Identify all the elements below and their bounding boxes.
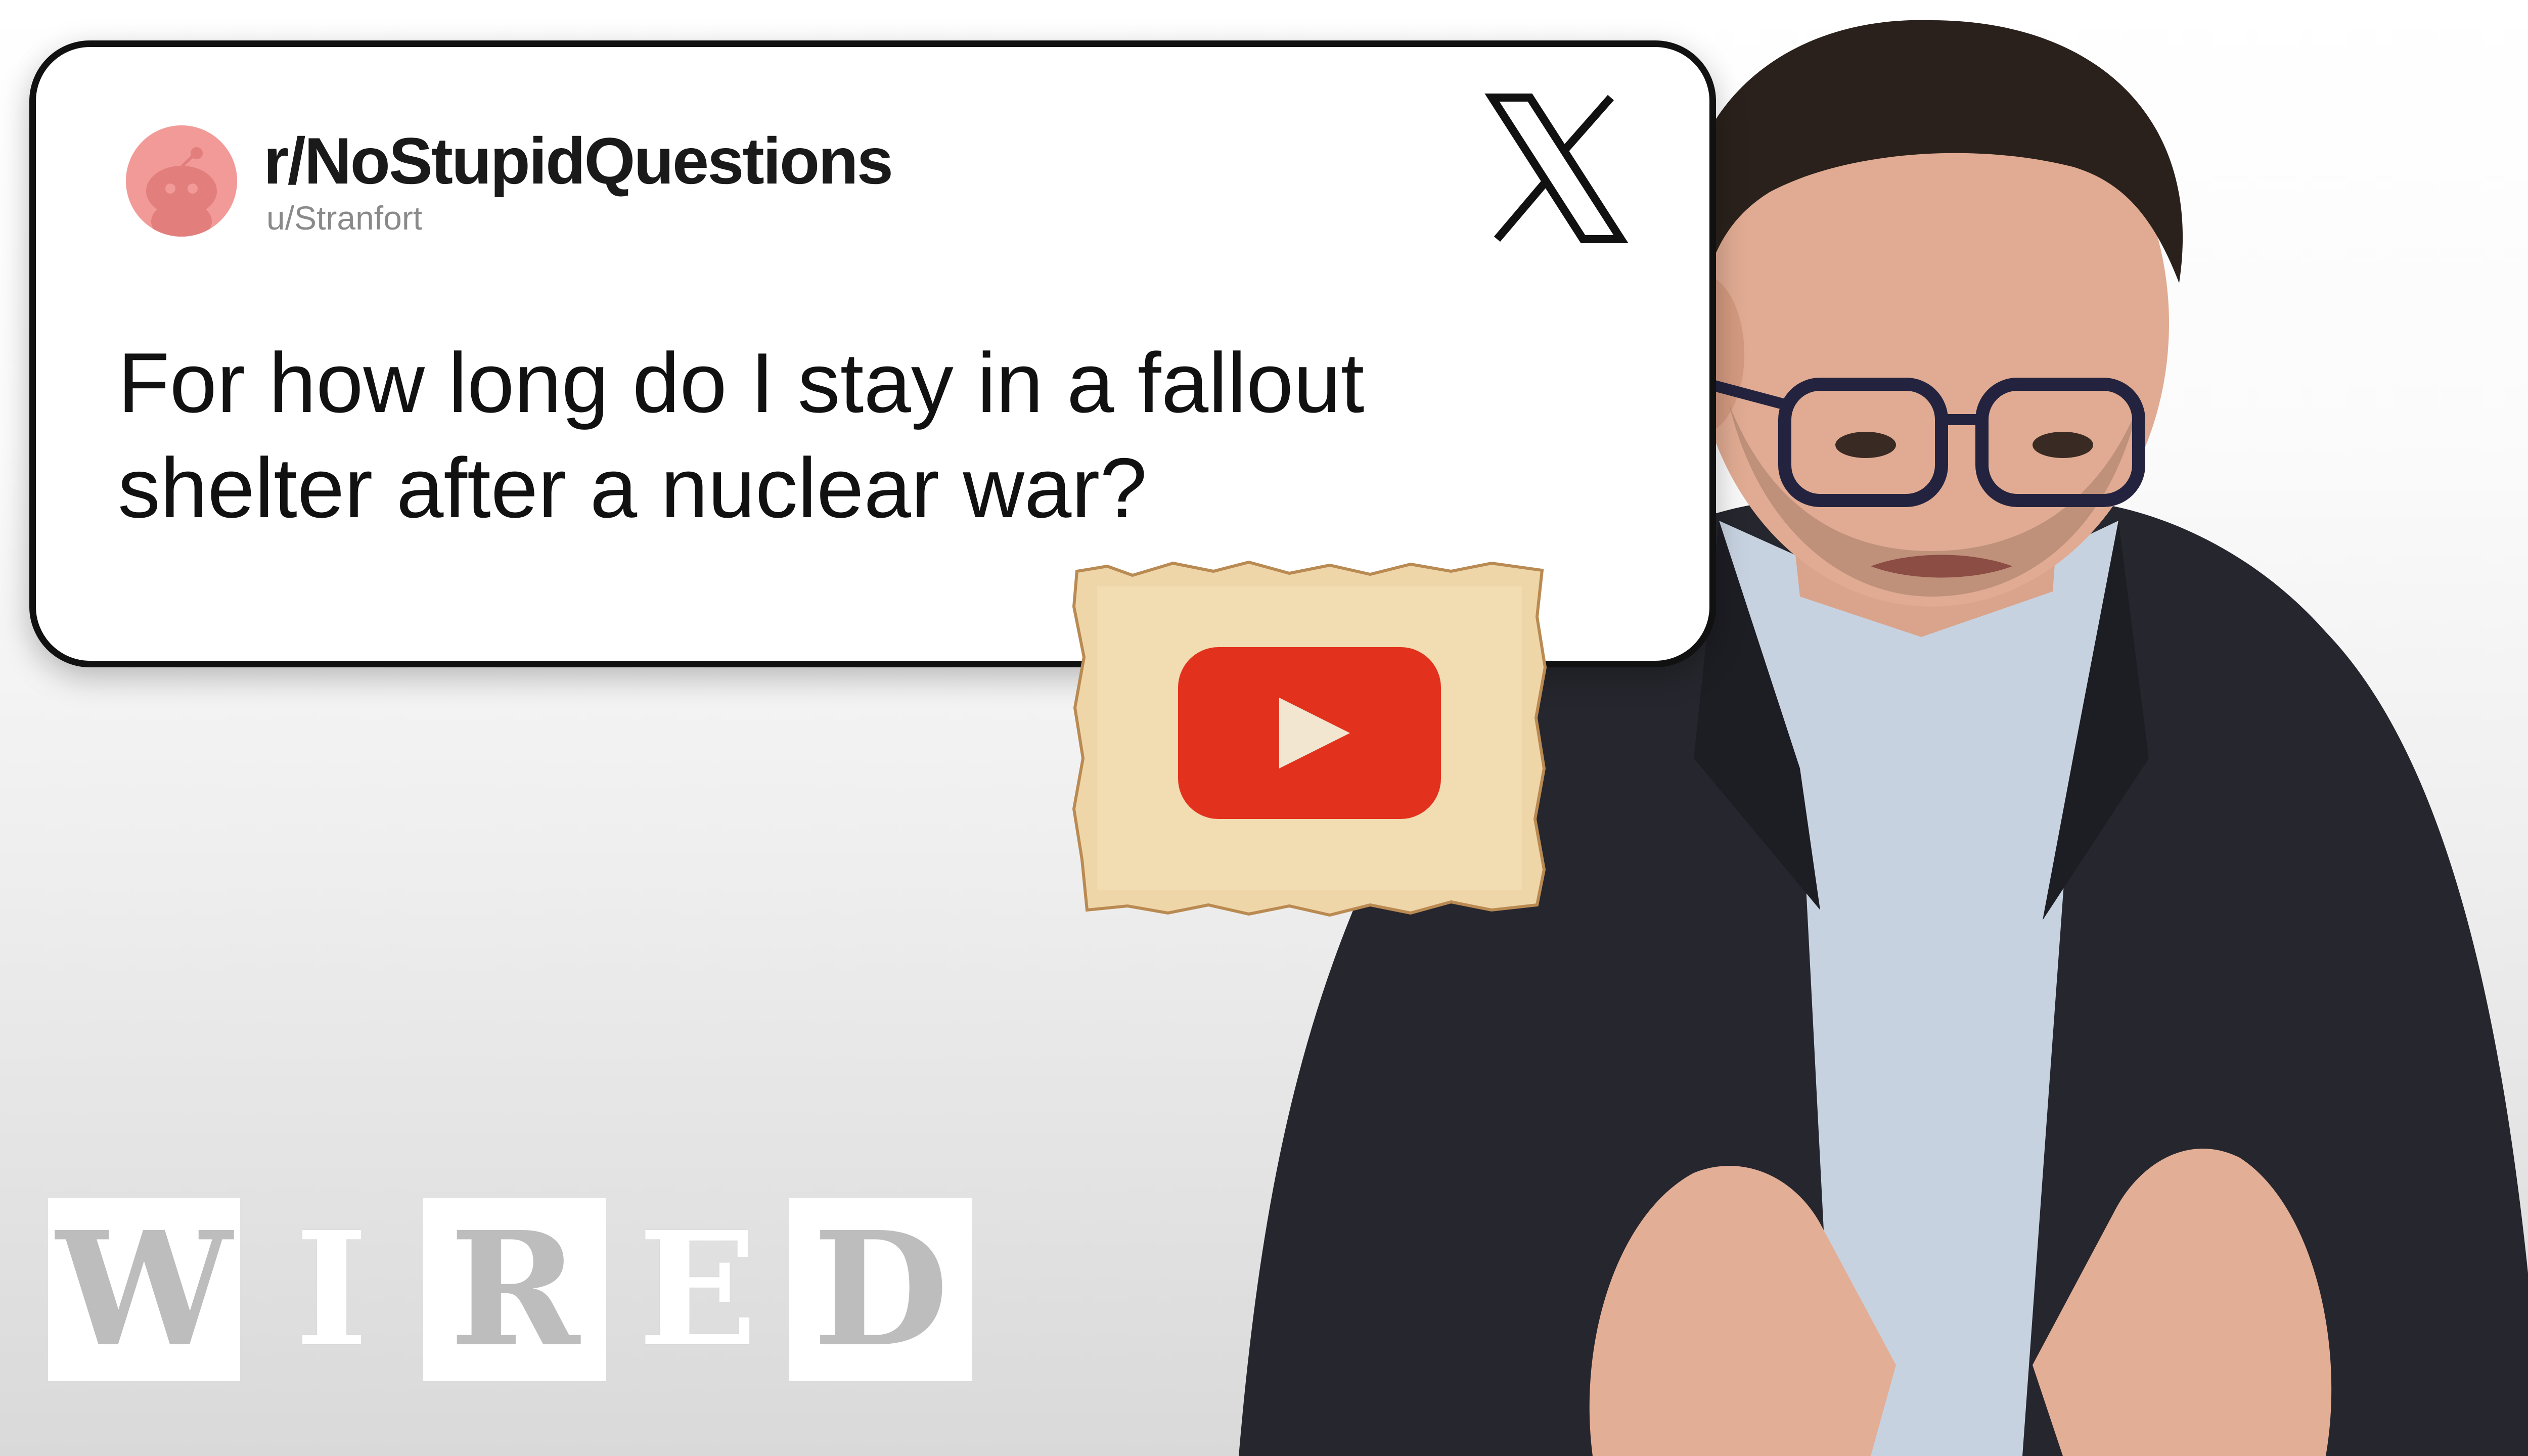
wired-letter-e: E [638, 1198, 758, 1382]
youtube-play-button[interactable] [1067, 556, 1552, 920]
post-username: u/Stranfort [266, 199, 423, 237]
x-logo-icon [1482, 93, 1629, 244]
wired-letter-w: W [48, 1198, 240, 1381]
reddit-snoo-icon [126, 125, 237, 237]
wired-logo: W I R E D [48, 1198, 972, 1385]
subreddit-name: r/NoStupidQuestions [263, 124, 893, 198]
video-frame: r/NoStupidQuestions u/Stranfort For how … [0, 0, 2528, 1456]
wired-letter-d: D [789, 1198, 972, 1381]
post-question: For how long do I stay in a fallout shel… [118, 335, 1365, 535]
wired-letter-i: I [295, 1198, 369, 1382]
wired-letter-r: R [423, 1198, 606, 1381]
